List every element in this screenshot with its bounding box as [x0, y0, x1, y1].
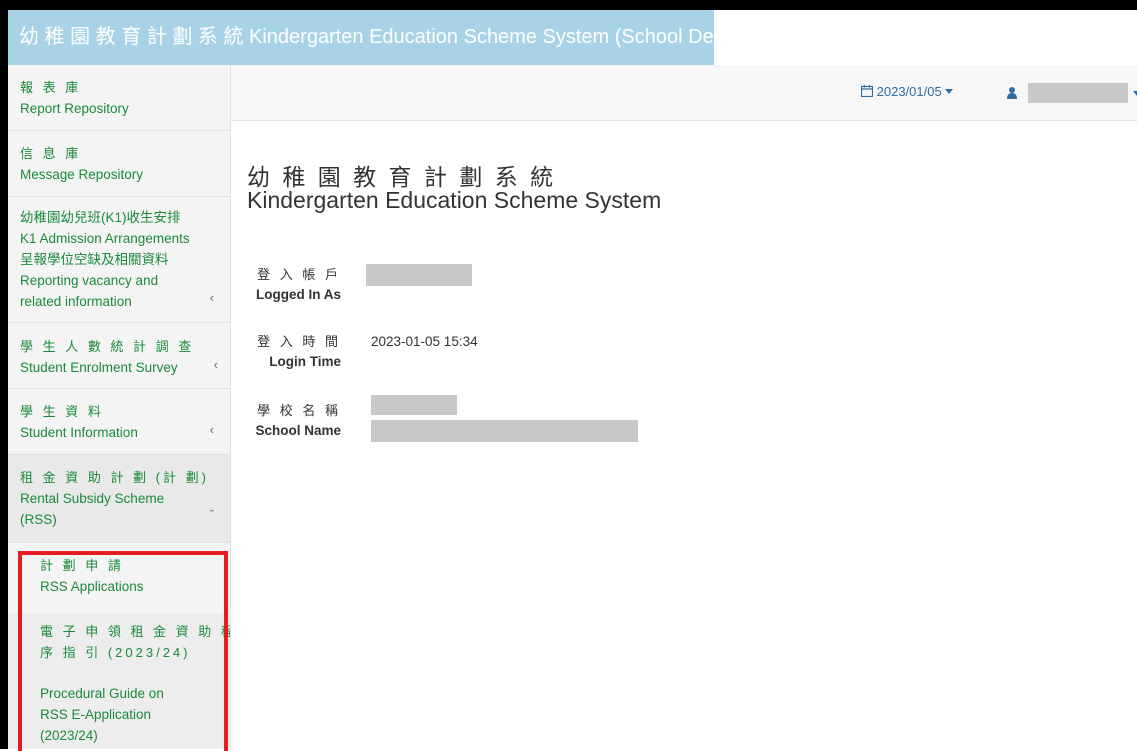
highlight-annotation-box	[18, 551, 228, 751]
page-title-en: Kindergarten Education Scheme System	[247, 187, 662, 213]
sidebar-item-label-zh: 信 息 庫	[20, 146, 82, 161]
sidebar-item-label-zh: 學 生 資 料	[20, 404, 104, 419]
field-label-en: School Name	[255, 423, 341, 438]
account-redacted	[366, 264, 472, 286]
sidebar-item-label: K1 Admission Arrangements	[20, 231, 190, 246]
current-date: 2023/01/05	[876, 84, 942, 99]
field-label-zh: 登 入 時 間	[257, 334, 341, 349]
field-label-login-time: 登 入 時 間 Login Time	[243, 332, 341, 372]
sidebar-item-label-zh: 租 金 資 助 計 劃 (計 劃)	[20, 470, 209, 485]
field-label-en: Logged In As	[256, 287, 341, 302]
field-value-logged-in-as	[366, 264, 472, 289]
sidebar-item-message-repository[interactable]: 信 息 庫 Message Repository	[8, 131, 230, 197]
sidebar-item-label: 幼稚園幼兒班(K1)收生安排	[20, 210, 181, 225]
chevron-left-icon: ‹	[213, 357, 218, 372]
date-dropdown[interactable]: 2023/01/05	[860, 84, 954, 99]
field-value-login-time: 2023-01-05 15:34	[371, 334, 478, 349]
sidebar-item-report-repository[interactable]: 報 表 庫 Report Repository	[8, 65, 230, 131]
chevron-left-icon: ‹	[209, 290, 214, 305]
sidebar-item-label-en: Rental Subsidy Scheme	[20, 491, 165, 506]
field-label-zh: 登 入 帳 戶	[257, 267, 341, 282]
calendar-icon	[860, 85, 874, 98]
sidebar-item-label-en: Report Repository	[20, 101, 129, 116]
chevron-left-icon: ‹	[209, 422, 214, 437]
sidebar-item-label-zh: 報 表 庫	[20, 80, 82, 95]
caret-down-icon	[945, 89, 954, 94]
sidebar-item-label-en: Message Repository	[20, 167, 144, 182]
chevron-down-icon: ˇ	[209, 507, 214, 522]
field-label-school-name: 學 校 名 稱 School Name	[243, 401, 341, 441]
top-navbar: 2023/01/05	[231, 65, 1137, 121]
app-title: 幼 稚 園 教 育 計 劃 系 統 Kindergarten Education…	[8, 10, 714, 65]
user-name-redacted	[1028, 83, 1129, 103]
sidebar-item-label-en: Student Information	[20, 425, 138, 440]
sidebar-item-label-en: (RSS)	[20, 512, 57, 527]
field-label-en: Login Time	[269, 354, 341, 369]
sidebar-item-label: Reporting vacancy and	[20, 273, 159, 288]
sidebar-item-label: 呈報學位空缺及相關資料	[20, 252, 169, 267]
field-label-logged-in-as: 登 入 帳 戶 Logged In As	[243, 265, 341, 305]
sidebar-item-label-en: Student Enrolment Survey	[20, 360, 178, 375]
sidebar-item-student-enrolment-survey[interactable]: 學 生 人 數 統 計 調 查 Student Enrolment Survey…	[8, 323, 230, 389]
title-bar: 幼 稚 園 教 育 計 劃 系 統 Kindergarten Education…	[8, 10, 1137, 65]
user-dropdown[interactable]	[1007, 83, 1137, 103]
sidebar-item-label-zh: 學 生 人 數 統 計 調 查	[20, 339, 195, 354]
school-name-zh-redacted	[371, 395, 457, 415]
sidebar-item-student-information[interactable]: 學 生 資 料 Student Information ‹	[8, 389, 230, 455]
sidebar-item-rental-subsidy-scheme[interactable]: 租 金 資 助 計 劃 (計 劃) Rental Subsidy Scheme …	[8, 455, 230, 543]
user-icon	[1007, 87, 1017, 99]
sidebar-item-k1-admission[interactable]: 幼稚園幼兒班(K1)收生安排 K1 Admission Arrangements…	[8, 197, 230, 323]
school-name-en-redacted	[371, 420, 638, 442]
field-label-zh: 學 校 名 稱	[257, 403, 341, 418]
field-value-school-name	[371, 395, 638, 442]
sidebar-item-label: related information	[20, 294, 132, 309]
caret-down-icon	[1132, 91, 1137, 96]
